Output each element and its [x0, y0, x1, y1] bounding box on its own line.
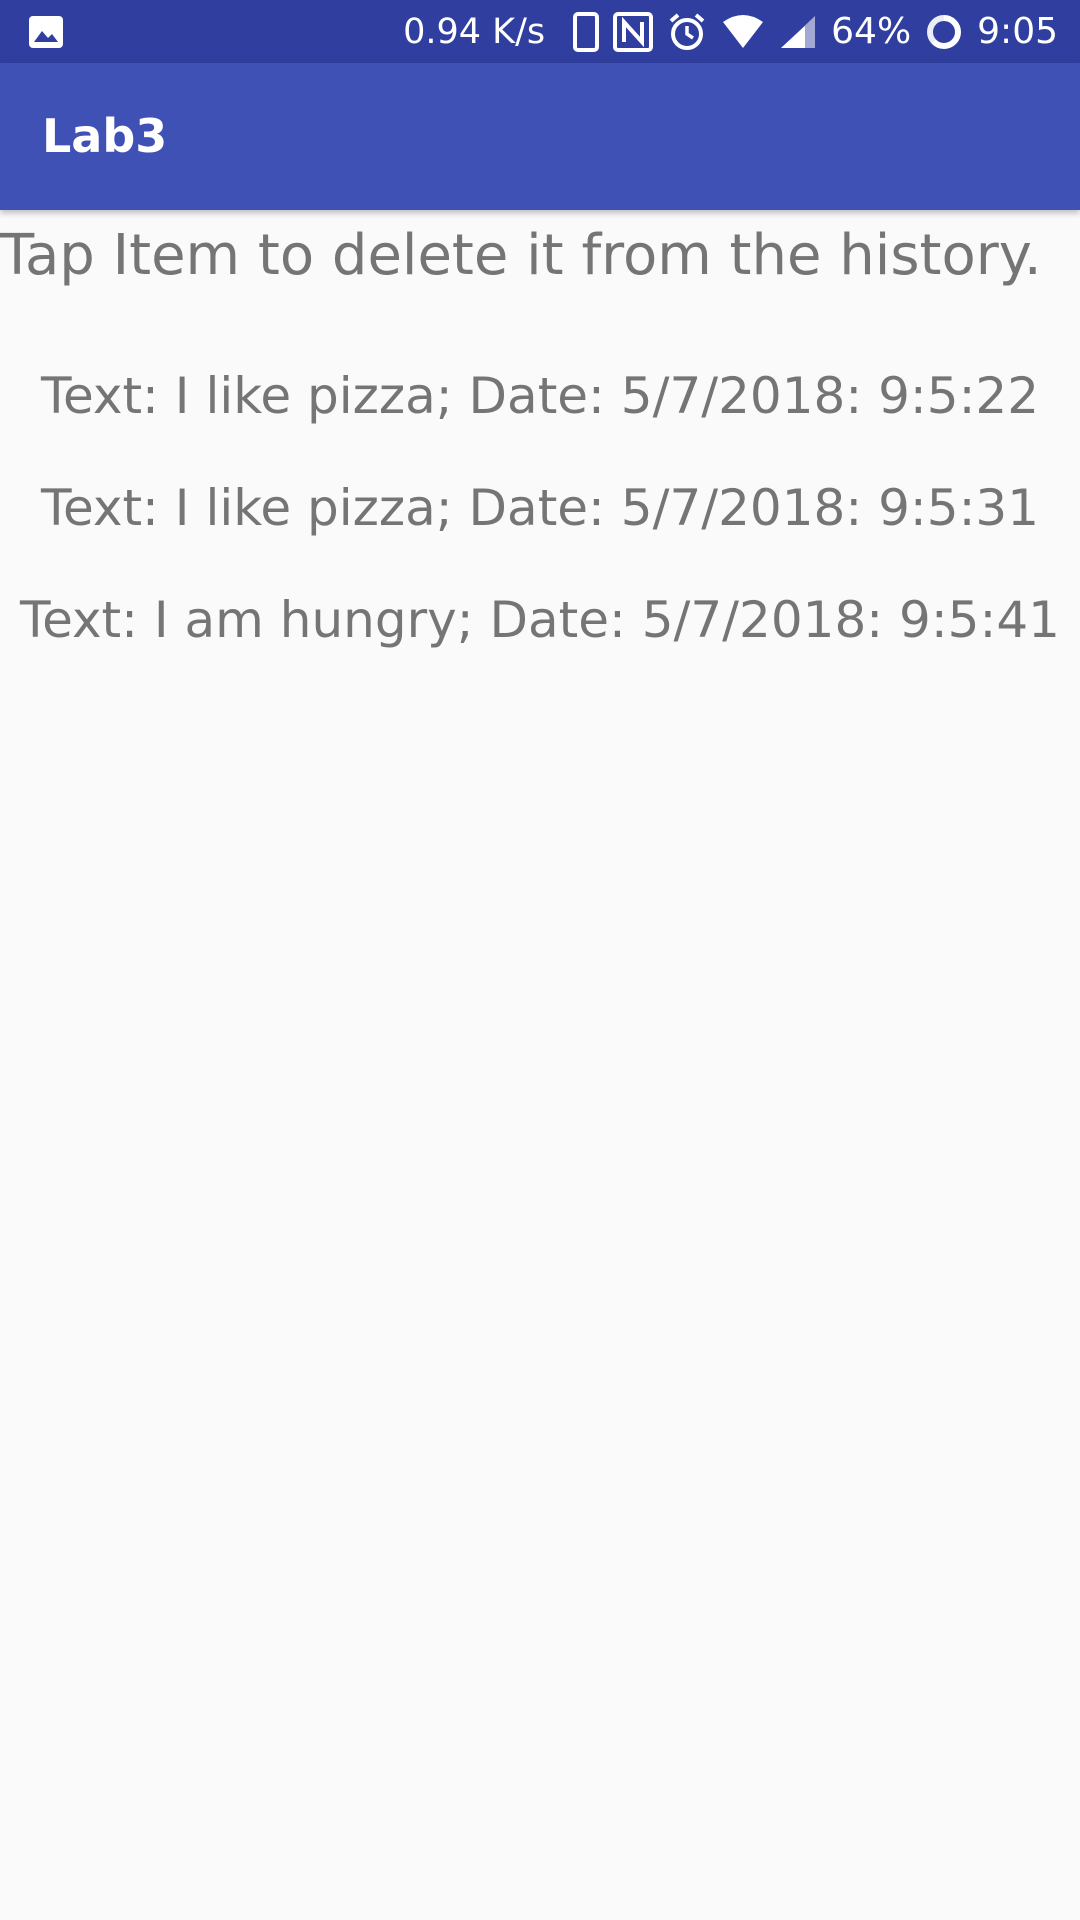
app-title: Lab3 [42, 109, 168, 163]
battery-ring-icon [925, 13, 963, 51]
phone-icon [573, 11, 600, 52]
history-item-text: Text: I like pizza; Date: 5/7/2018: 9:5:… [40, 479, 1040, 537]
battery-percentage: 64% [831, 11, 912, 52]
clock: 9:05 [977, 11, 1058, 52]
signal-icon [779, 14, 817, 50]
history-item-text: Text: I like pizza; Date: 5/7/2018: 9:5:… [40, 367, 1040, 425]
history-item[interactable]: Text: I am hungry; Date: 5/7/2018: 9:5:4… [0, 590, 1080, 702]
nfc-icon [613, 11, 654, 52]
alarm-icon [667, 12, 707, 52]
history-item[interactable]: Text: I like pizza; Date: 5/7/2018: 9:5:… [0, 478, 1080, 590]
network-speed: 0.94 K/s [403, 11, 546, 52]
history-item-text: Text: I am hungry; Date: 5/7/2018: 9:5:4… [20, 591, 1060, 649]
app-bar: Lab3 [0, 63, 1080, 210]
instruction-text: Tap Item to delete it from the history. [0, 223, 1042, 288]
wifi-icon [721, 14, 765, 50]
history-item[interactable]: Text: I like pizza; Date: 5/7/2018: 9:5:… [0, 366, 1080, 478]
image-icon [28, 15, 64, 49]
status-bar: 0.94 K/s 64% 9:05 [0, 0, 1080, 63]
history-list: Text: I like pizza; Date: 5/7/2018: 9:5:… [0, 366, 1080, 702]
